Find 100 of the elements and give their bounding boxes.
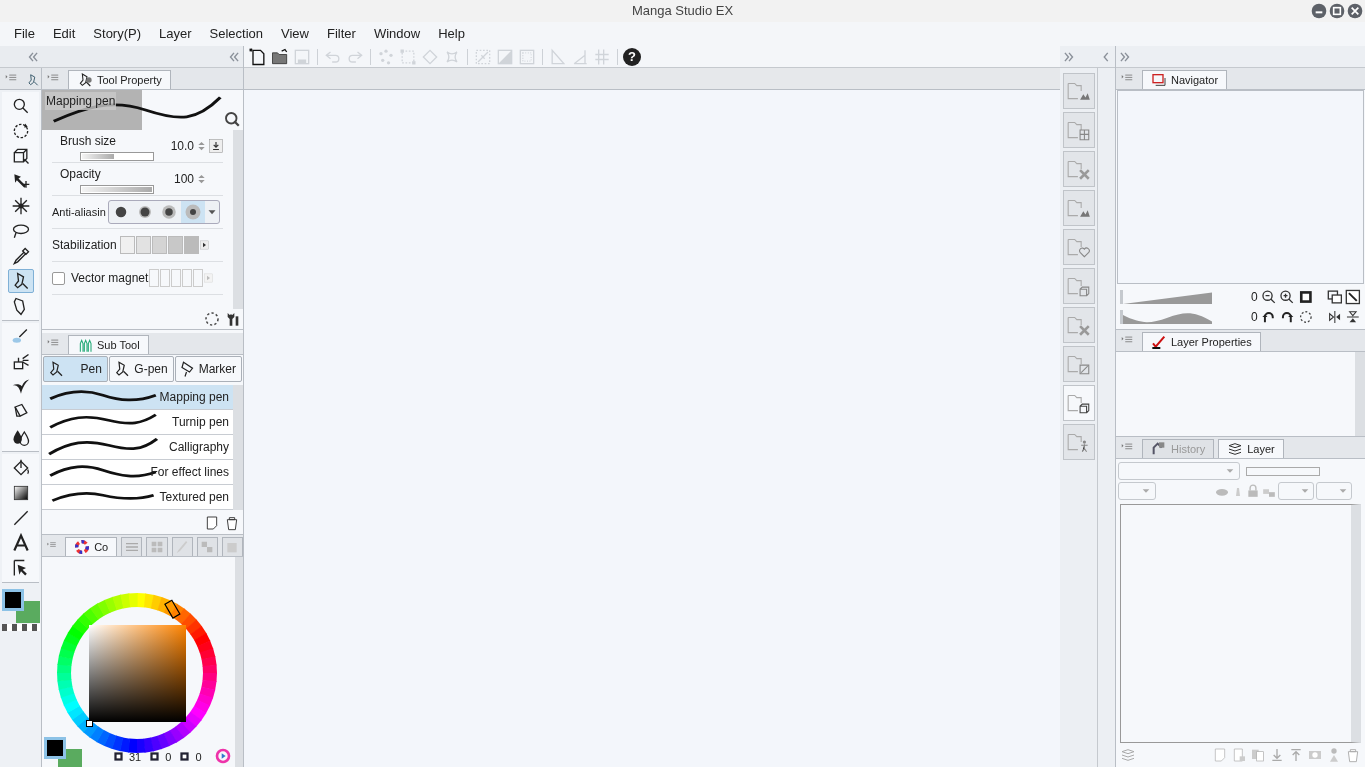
merge-down-icon[interactable] <box>1269 746 1285 764</box>
sub-tool-item[interactable]: Mapping pen <box>42 385 233 410</box>
restore-icon[interactable] <box>1329 3 1345 19</box>
menu-item[interactable]: View <box>273 24 317 44</box>
collapse-arrows-icon[interactable] <box>1062 49 1076 64</box>
dropdown[interactable] <box>1118 482 1156 500</box>
blend-mode-dropdown[interactable] <box>1118 462 1240 480</box>
sub-tool-item[interactable]: Turnip pen <box>42 410 233 435</box>
magnet-step[interactable] <box>193 269 203 287</box>
menu-item[interactable]: Window <box>365 24 429 44</box>
panel-tab[interactable]: Layer <box>1218 439 1284 458</box>
dot-icon <box>184 203 202 221</box>
menu-item[interactable]: File <box>6 24 43 44</box>
property-label: Opacity <box>59 165 102 183</box>
reset-dashed-circle-icon[interactable] <box>1298 308 1314 325</box>
window-title: Manga Studio EX <box>631 2 734 21</box>
sparkle-icon <box>10 196 31 216</box>
monitor-icon <box>1151 72 1167 88</box>
navigator-value: 0 <box>1250 288 1258 306</box>
slider-track[interactable] <box>80 151 154 161</box>
panel-tab[interactable]: Layer Properties <box>1142 332 1261 351</box>
panel-tab[interactable]: Co <box>65 537 118 556</box>
magnifier-gear-icon[interactable] <box>223 110 241 128</box>
layers-icon[interactable] <box>1120 747 1136 763</box>
eyedropper-icon <box>10 246 31 266</box>
color-swatches-drawing[interactable] <box>2 589 40 623</box>
close-icon[interactable] <box>1347 3 1363 19</box>
zoom-in-icon[interactable] <box>1279 288 1296 305</box>
new-folder-sheet-icon[interactable] <box>1231 746 1247 764</box>
lock-icon[interactable] <box>1246 483 1260 499</box>
flip-vertical-icon[interactable] <box>1345 308 1361 325</box>
menu-item[interactable]: Filter <box>319 24 364 44</box>
diagonal-arrow-icon[interactable] <box>1345 288 1361 305</box>
panel-tab[interactable]: Sub Tool <box>68 335 149 354</box>
color-cursor[interactable] <box>86 720 93 727</box>
pen-nib-tool-button[interactable] <box>7 269 34 293</box>
sub-tool-group-tab[interactable]: G-pen <box>108 356 174 382</box>
hsv-value[interactable]: 0 <box>165 748 172 765</box>
property-value[interactable]: 100 <box>173 170 194 188</box>
sub-tool-item[interactable]: Calligraphy <box>42 435 233 460</box>
magnet-step[interactable] <box>160 269 170 287</box>
stabilization-step[interactable] <box>136 236 151 254</box>
magnet-step[interactable] <box>171 269 181 287</box>
layers-icon <box>1227 441 1244 457</box>
color-ring-icon[interactable] <box>215 748 231 764</box>
panel-tab[interactable]: Tool Property <box>68 70 171 89</box>
saturation-value-square[interactable] <box>89 625 186 722</box>
sub-tool-item[interactable]: For effect lines <box>42 460 233 485</box>
hue-marker[interactable] <box>164 599 181 619</box>
hsv-value[interactable]: 0 <box>195 748 202 765</box>
antialias-selector[interactable] <box>108 200 220 224</box>
collapse-arrows-icon[interactable] <box>26 49 40 64</box>
property-label: Anti-aliasin <box>52 204 107 220</box>
zoom-out-icon[interactable] <box>1260 288 1277 305</box>
dot-icon <box>160 203 178 221</box>
flip-horizontal-icon[interactable] <box>1326 308 1343 325</box>
menu-item[interactable]: Selection <box>201 24 272 44</box>
history-icon <box>1151 441 1167 457</box>
opacity-slider[interactable] <box>1246 466 1320 476</box>
menu-item[interactable]: Layer <box>151 24 200 44</box>
tool-name: Mapping pen <box>45 92 117 110</box>
menu-item[interactable]: Story(P) <box>85 24 150 44</box>
new-sheet-icon[interactable] <box>204 514 220 532</box>
merge-up-icon[interactable] <box>1288 746 1304 764</box>
sub-tool-group-tab[interactable]: Marker <box>174 356 242 382</box>
navigator-value: 0 <box>1250 308 1258 326</box>
fit-window-icon[interactable] <box>1326 288 1343 305</box>
sub-tool-group-tab[interactable]: Pen <box>43 356 108 382</box>
stabilization-step[interactable] <box>120 236 135 254</box>
open-folder-icon[interactable] <box>270 46 290 67</box>
transparent-color-swatch[interactable] <box>2 624 40 631</box>
sub-tool-item[interactable]: Textured pen <box>42 485 233 510</box>
color-swatches-drawing[interactable] <box>44 737 82 767</box>
collapse-arrows-icon[interactable] <box>227 49 241 64</box>
h-letter-icon <box>114 752 123 762</box>
fit-square-icon[interactable] <box>1298 288 1314 305</box>
magnet-step[interactable] <box>182 269 192 287</box>
checkbox[interactable] <box>52 271 65 285</box>
reset-dashed-circle-icon[interactable] <box>203 310 221 328</box>
property-label: Stabilization <box>52 237 118 254</box>
pressure-icon[interactable] <box>209 136 223 156</box>
pens-icon <box>77 337 93 353</box>
dropdown[interactable] <box>1278 482 1314 500</box>
menu-item[interactable]: Help <box>430 24 473 44</box>
magnet-step[interactable] <box>149 269 159 287</box>
antialias-option[interactable] <box>181 201 205 223</box>
minimize-icon[interactable] <box>1311 3 1327 19</box>
color-wheel-icon <box>74 539 91 555</box>
property-value[interactable]: 10.0 <box>170 137 194 155</box>
hsv-value[interactable]: 31 <box>129 748 142 765</box>
hue-ring[interactable] <box>57 593 217 753</box>
property-label: Brush size <box>59 132 118 150</box>
v-letter-icon <box>180 752 190 762</box>
menu-item[interactable]: Edit <box>44 24 84 44</box>
checkmark-icon <box>1151 334 1167 350</box>
panel-tab[interactable]: Navigator <box>1142 70 1228 89</box>
help-button[interactable]: ? <box>623 47 641 66</box>
dropdown[interactable] <box>1316 482 1352 500</box>
collapse-arrows-icon[interactable] <box>1118 49 1132 64</box>
trash-icon[interactable] <box>224 514 240 532</box>
